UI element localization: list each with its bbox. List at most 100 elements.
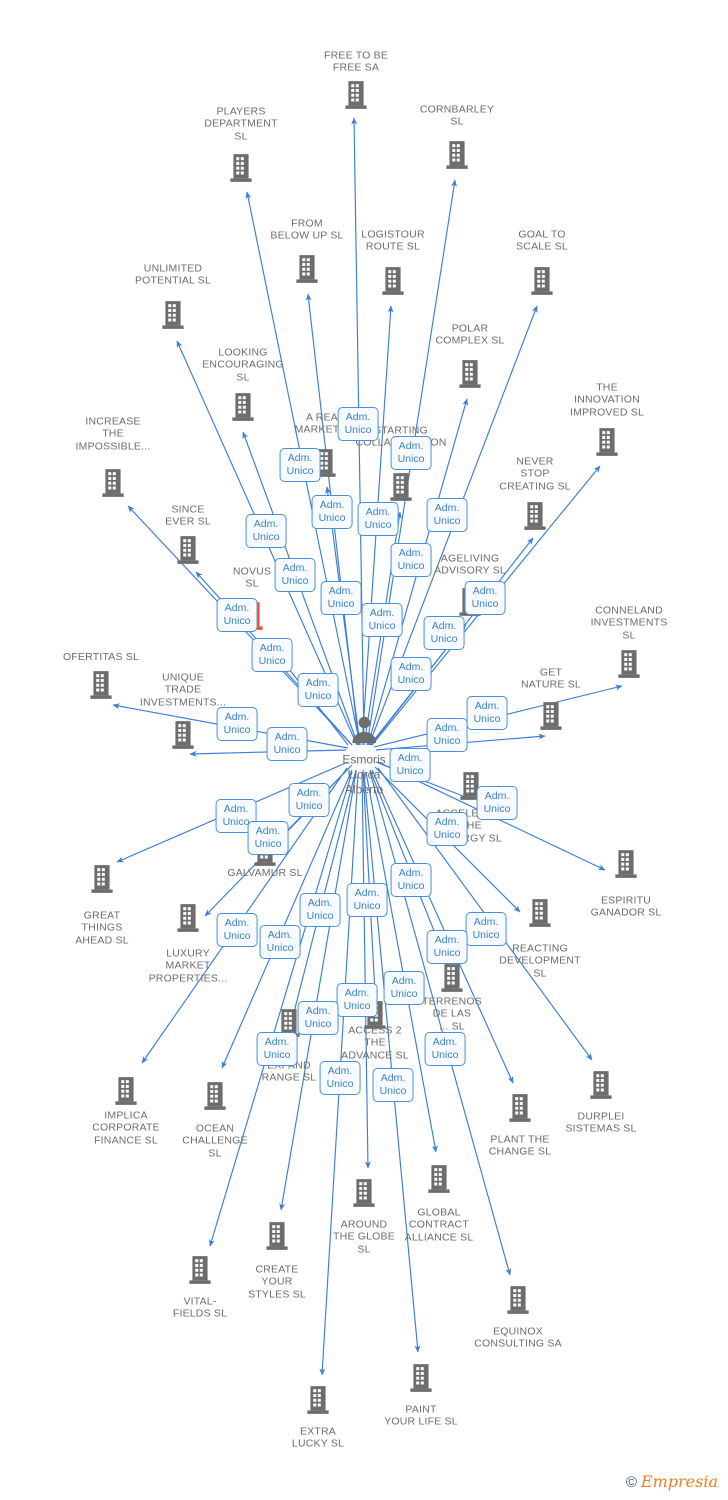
- role-chip[interactable]: Adm. Unico: [390, 863, 432, 897]
- company-node-reacting-development-sl[interactable]: [527, 897, 553, 934]
- center-person-node[interactable]: Esmoris Llorca Alberto: [342, 713, 386, 798]
- company-name-text: FROM BELOW UP SL: [270, 217, 344, 242]
- role-chip[interactable]: Adm. Unico: [426, 930, 468, 964]
- building-icon: [444, 140, 470, 176]
- role-chip[interactable]: Adm. Unico: [216, 598, 258, 632]
- company-label-players-department-sl: PLAYERS DEPARTMENT SL: [204, 105, 277, 142]
- company-node-extra-lucky-sl[interactable]: [305, 1384, 331, 1421]
- company-label-espiritu-ganador-sl: ESPIRITU GANADOR SL: [591, 895, 662, 920]
- role-chip[interactable]: Adm. Unico: [297, 1001, 339, 1035]
- building-icon: [538, 701, 564, 737]
- company-node-paint-your-life-sl[interactable]: [408, 1362, 434, 1399]
- role-chip[interactable]: Adm. Unico: [390, 657, 432, 691]
- company-node-get-nature-sl[interactable]: [538, 700, 564, 737]
- role-chip[interactable]: Adm. Unico: [426, 812, 468, 846]
- company-label-global-contract-alliance: GLOBAL CONTRACT ALLIANCE SL: [405, 1206, 474, 1243]
- company-label-novus-sl: NOVUS SL: [233, 566, 271, 591]
- company-name-text: POLAR COMPLEX SL: [435, 322, 505, 347]
- role-chip[interactable]: Adm. Unico: [216, 707, 258, 741]
- company-node-free-to-be-free-sa[interactable]: [343, 79, 369, 116]
- role-chip[interactable]: Adm. Unico: [251, 638, 293, 672]
- company-node-luxury-market-properties[interactable]: [175, 902, 201, 939]
- company-node-logistour-route-sl[interactable]: [380, 265, 406, 302]
- company-name-text: CREATE YOUR STYLES SL: [248, 1263, 306, 1301]
- company-node-global-contract-alliance[interactable]: [426, 1163, 452, 1200]
- company-node-ocean-challenge-sl[interactable]: [202, 1080, 228, 1117]
- role-chip[interactable]: Adm. Unico: [476, 786, 518, 820]
- role-chip[interactable]: Adm. Unico: [256, 1032, 298, 1066]
- company-node-cornbarley-sl[interactable]: [444, 139, 470, 176]
- role-chip[interactable]: Adm. Unico: [464, 581, 506, 615]
- company-node-ofertitas-sl[interactable]: [88, 669, 114, 706]
- role-chip[interactable]: Adm. Unico: [320, 581, 362, 615]
- company-node-never-stop-creating-sl[interactable]: [522, 500, 548, 537]
- role-chip[interactable]: Adm. Unico: [297, 673, 339, 707]
- company-label-ofertitas-sl: OFERTITAS SL: [63, 651, 139, 663]
- role-chip[interactable]: Adm. Unico: [259, 925, 301, 959]
- role-chip[interactable]: Adm. Unico: [245, 514, 287, 548]
- company-label-free-to-be-free-sa: FREE TO BE FREE SA: [324, 50, 388, 75]
- company-node-great-things-ahead-sl[interactable]: [89, 863, 115, 900]
- role-chip[interactable]: Adm. Unico: [311, 495, 353, 529]
- building-icon: [113, 1076, 139, 1112]
- company-node-increase-the-impossible[interactable]: [100, 467, 126, 504]
- role-chip[interactable]: Adm. Unico: [357, 502, 399, 536]
- role-chip[interactable]: Adm. Unico: [274, 558, 316, 592]
- company-name-text: AROUND THE GLOBE SL: [333, 1218, 395, 1256]
- role-chip[interactable]: Adm. Unico: [346, 883, 388, 917]
- company-node-equinox-consulting-sa[interactable]: [505, 1284, 531, 1321]
- role-chip[interactable]: Adm. Unico: [426, 498, 468, 532]
- company-node-the-innovation-improved-sl[interactable]: [594, 426, 620, 463]
- company-node-looking-encouraging-sl[interactable]: [230, 391, 256, 428]
- company-node-goal-to-scale-sl[interactable]: [529, 265, 555, 302]
- company-node-players-department-sl[interactable]: [228, 152, 254, 189]
- role-chip[interactable]: Adm. Unico: [389, 748, 431, 782]
- company-name-text: REACTING DEVELOPMENT SL: [499, 942, 581, 980]
- company-node-unique-trade-investments[interactable]: [170, 719, 196, 756]
- role-chip[interactable]: Adm. Unico: [390, 436, 432, 470]
- company-name-text: SINCE EVER SL: [165, 503, 211, 528]
- company-label-since-ever-sl: SINCE EVER SL: [165, 504, 211, 529]
- role-chip[interactable]: Adm. Unico: [288, 783, 330, 817]
- role-chip[interactable]: Adm. Unico: [336, 983, 378, 1017]
- role-chip[interactable]: Adm. Unico: [424, 1032, 466, 1066]
- role-chip[interactable]: Adm. Unico: [383, 971, 425, 1005]
- company-node-durplei-sistemas-sl[interactable]: [588, 1069, 614, 1106]
- role-chip[interactable]: Adm. Unico: [319, 1061, 361, 1095]
- company-node-plant-the-change-sl[interactable]: [507, 1092, 533, 1129]
- company-node-conneland-investments-sl[interactable]: [616, 648, 642, 685]
- company-node-polar-complex-sl[interactable]: [457, 358, 483, 395]
- company-node-since-ever-sl[interactable]: [175, 534, 201, 571]
- role-chip[interactable]: Adm. Unico: [465, 912, 507, 946]
- role-chip[interactable]: Adm. Unico: [247, 821, 289, 855]
- company-label-unique-trade-investments: UNIQUE TRADE INVESTMENTS...: [140, 671, 226, 708]
- company-node-terrenos-de-las-sl[interactable]: [439, 962, 465, 999]
- role-chip[interactable]: Adm. Unico: [216, 913, 258, 947]
- company-node-create-your-styles-sl[interactable]: [264, 1220, 290, 1257]
- role-chip[interactable]: Adm. Unico: [423, 616, 465, 650]
- company-name-text: FREE TO BE FREE SA: [323, 49, 389, 74]
- role-chip[interactable]: Adm. Unico: [466, 696, 508, 730]
- company-label-great-things-ahead-sl: GREAT THINGS AHEAD SL: [75, 909, 129, 946]
- role-chip[interactable]: Adm. Unico: [279, 448, 321, 482]
- company-node-espiritu-ganador-sl[interactable]: [613, 848, 639, 885]
- role-chip[interactable]: Adm. Unico: [426, 718, 468, 752]
- company-node-from-below-up-sl[interactable]: [294, 253, 320, 290]
- company-node-vital-fields-sl[interactable]: [187, 1254, 213, 1291]
- role-chip[interactable]: Adm. Unico: [299, 893, 341, 927]
- role-chip[interactable]: Adm. Unico: [266, 727, 308, 761]
- edge-around-the-globe-sl: [361, 771, 371, 1169]
- company-node-around-the-globe-sl[interactable]: [351, 1177, 377, 1214]
- role-chip[interactable]: Adm. Unico: [337, 407, 379, 441]
- role-chip[interactable]: Adm. Unico: [361, 603, 403, 637]
- building-icon: [613, 849, 639, 885]
- company-node-implica-corporate-finance[interactable]: [113, 1075, 139, 1112]
- company-name-text: UNIQUE TRADE INVESTMENTS...: [139, 671, 227, 709]
- company-node-unlimited-potential-sl[interactable]: [160, 299, 186, 336]
- network-graph-canvas[interactable]: FREE TO BE FREE SA PLAYERS DEPARTMENT SL C…: [0, 0, 728, 1500]
- role-chip[interactable]: Adm. Unico: [372, 1068, 414, 1102]
- building-icon: [170, 720, 196, 756]
- company-label-around-the-globe-sl: AROUND THE GLOBE SL: [333, 1218, 395, 1255]
- building-icon: [439, 963, 465, 999]
- role-chip[interactable]: Adm. Unico: [390, 543, 432, 577]
